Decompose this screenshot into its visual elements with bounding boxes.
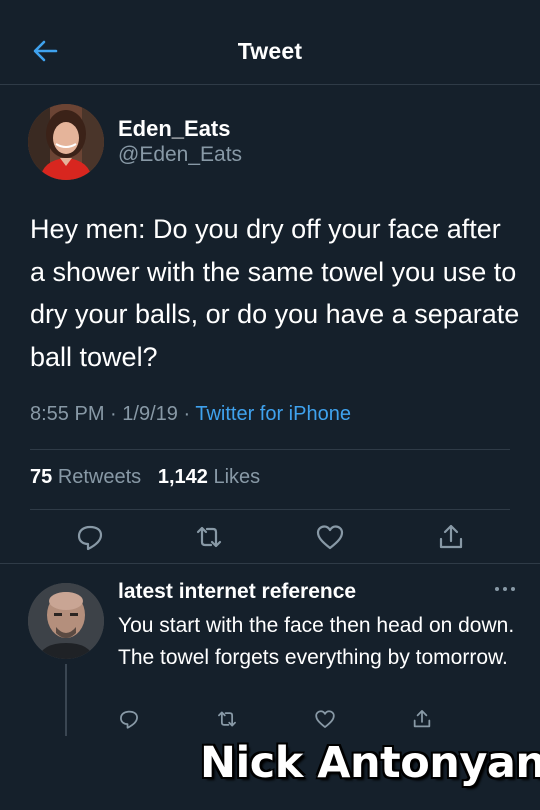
reply-text: You start with the face then head on dow… xyxy=(118,614,515,669)
retweets-count: 75 xyxy=(30,466,53,488)
divider xyxy=(30,509,510,510)
tweet-date: 1/9/19 xyxy=(122,403,178,425)
page-title: Tweet xyxy=(237,38,303,64)
more-horizontal-icon[interactable] xyxy=(494,582,516,596)
author-avatar[interactable] xyxy=(28,104,104,180)
likes-label: Likes xyxy=(213,466,261,488)
share-icon[interactable] xyxy=(436,522,466,552)
likes-count: 1,142 xyxy=(157,466,208,488)
reply-icon[interactable] xyxy=(75,522,105,552)
like-icon[interactable] xyxy=(315,522,345,552)
top-bar: Tweet xyxy=(0,0,540,85)
share-icon[interactable] xyxy=(411,708,433,730)
divider xyxy=(0,563,540,564)
reply-author-name[interactable]: latest internet reference xyxy=(118,580,356,604)
engagement-stats: 75 Retweets 1,142 Likes xyxy=(30,466,260,489)
meta-separator: · xyxy=(183,403,191,425)
retweets-stat[interactable]: 75 Retweets xyxy=(30,466,141,488)
watermark-text: Nick Antonyan xyxy=(200,738,540,788)
reply-author-avatar[interactable] xyxy=(28,583,104,659)
thread-line xyxy=(65,664,67,736)
tweet-metadata: 8:55 PM · 1/9/19 · Twitter for iPhone xyxy=(30,403,351,426)
tweet-time: 8:55 PM xyxy=(30,403,105,425)
retweet-icon[interactable] xyxy=(216,708,238,730)
retweets-label: Retweets xyxy=(57,466,142,488)
author-display-name[interactable]: Eden_Eats xyxy=(118,116,231,142)
retweet-icon[interactable] xyxy=(194,522,224,552)
tweet-source-link[interactable]: Twitter for iPhone xyxy=(195,403,351,425)
tweet-text: Hey men: Do you dry off your face after … xyxy=(30,214,520,372)
reply-icon[interactable] xyxy=(118,708,140,730)
author-handle[interactable]: @Eden_Eats xyxy=(118,143,242,167)
like-icon[interactable] xyxy=(314,708,336,730)
meta-separator: · xyxy=(110,403,117,425)
divider xyxy=(30,449,510,450)
likes-stat[interactable]: 1,142 Likes xyxy=(158,466,260,488)
